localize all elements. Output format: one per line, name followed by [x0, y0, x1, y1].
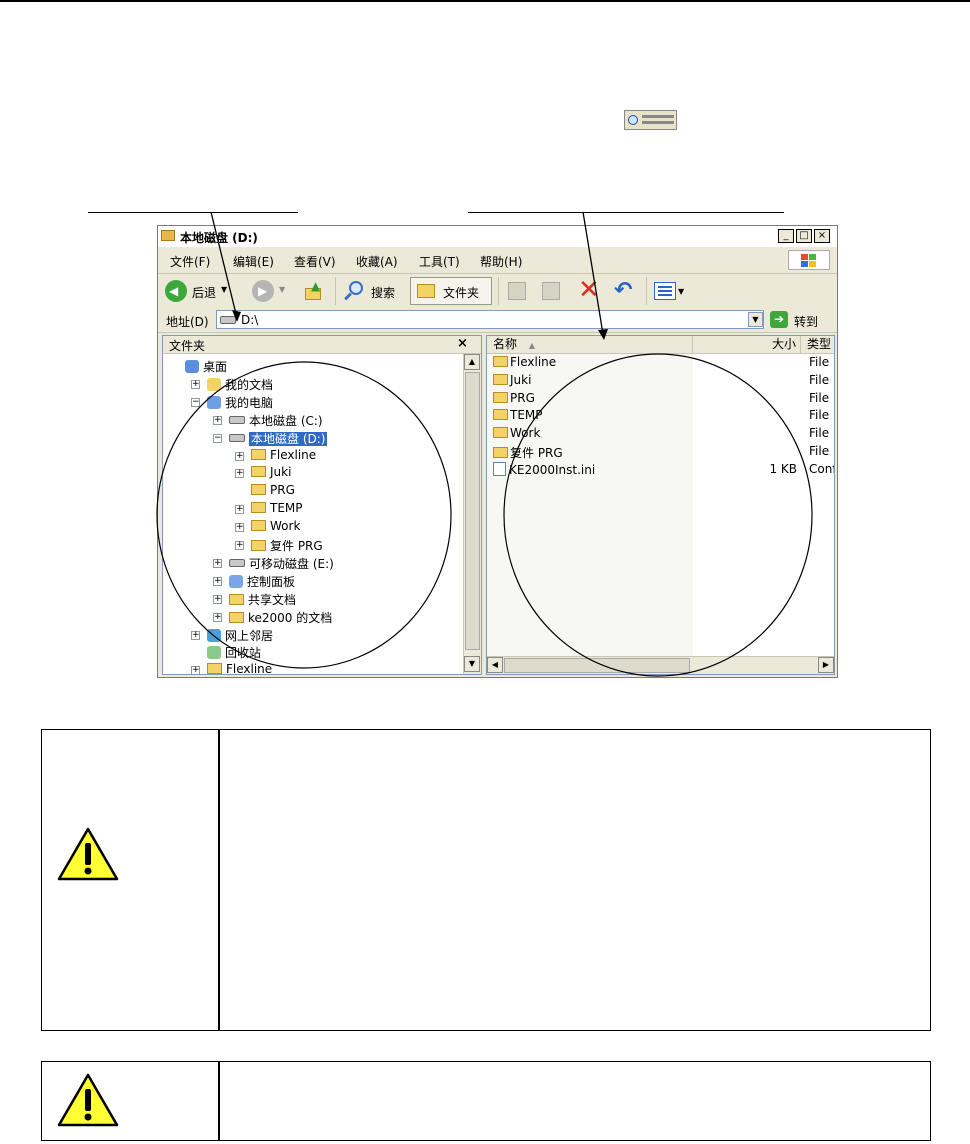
callout-arrow-files	[582, 211, 604, 335]
warning-divider	[218, 730, 220, 1030]
warning-icon	[57, 827, 119, 881]
arrowhead-icon	[598, 329, 608, 340]
warning-icon	[57, 1073, 119, 1127]
warning-box-2	[41, 1061, 931, 1141]
arrowhead-icon	[232, 310, 241, 322]
circle-folder-tree	[156, 361, 452, 669]
warning-divider	[218, 1062, 220, 1140]
warning-box-1	[41, 729, 931, 1031]
callout-arrow-address	[210, 211, 237, 315]
circle-file-list	[503, 353, 813, 677]
